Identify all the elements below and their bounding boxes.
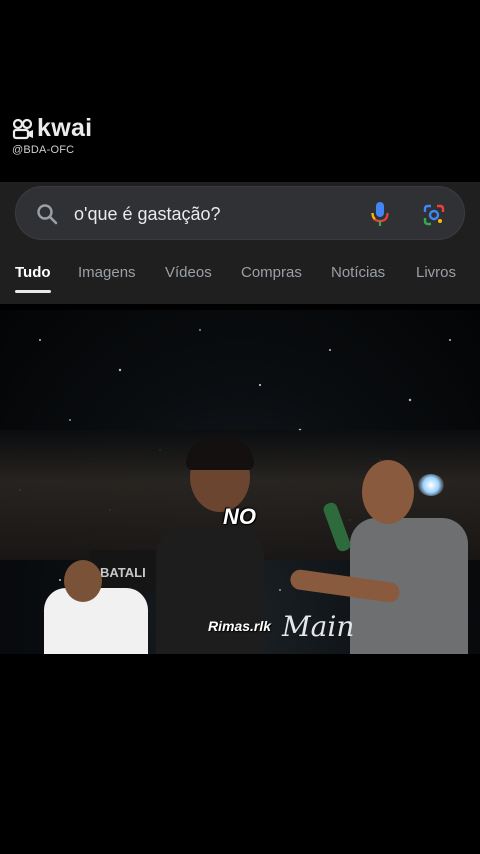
video-frame[interactable]: BATALI NO Main Rimas.rlk xyxy=(0,310,480,654)
kwai-logo-icon xyxy=(12,118,33,139)
search-panel: o'que é gastação? Tudo Imagens Vídeos Co… xyxy=(0,182,480,304)
screen: kwai @BDA-OFC o'que é gastação? Tudo Ima… xyxy=(0,0,480,854)
search-query[interactable]: o'que é gastação? xyxy=(74,204,221,225)
kwai-handle: @BDA-OFC xyxy=(12,144,75,156)
tab-noticias[interactable]: Notícias xyxy=(331,264,385,281)
tab-videos[interactable]: Vídeos xyxy=(165,264,212,281)
search-icon[interactable] xyxy=(36,203,58,225)
video-subtitle: NO xyxy=(223,504,256,529)
kwai-watermark: kwai @BDA-OFC xyxy=(12,114,93,157)
search-tabs: Tudo Imagens Vídeos Compras Notícias Liv… xyxy=(0,264,480,294)
tab-tudo[interactable]: Tudo xyxy=(15,264,51,281)
tab-livros[interactable]: Livros xyxy=(416,264,456,281)
microphone-icon[interactable] xyxy=(370,201,390,227)
tab-imagens[interactable]: Imagens xyxy=(78,264,136,281)
google-lens-icon[interactable] xyxy=(422,203,446,227)
kwai-brand: kwai xyxy=(37,114,93,142)
search-bar[interactable]: o'que é gastação? xyxy=(15,186,465,240)
person-white-shirt xyxy=(30,560,150,654)
video-caption: Rimas.rlk xyxy=(208,618,272,634)
tab-compras[interactable]: Compras xyxy=(241,264,302,281)
active-tab-indicator xyxy=(15,290,51,293)
main-logo-text: Main xyxy=(282,610,355,643)
